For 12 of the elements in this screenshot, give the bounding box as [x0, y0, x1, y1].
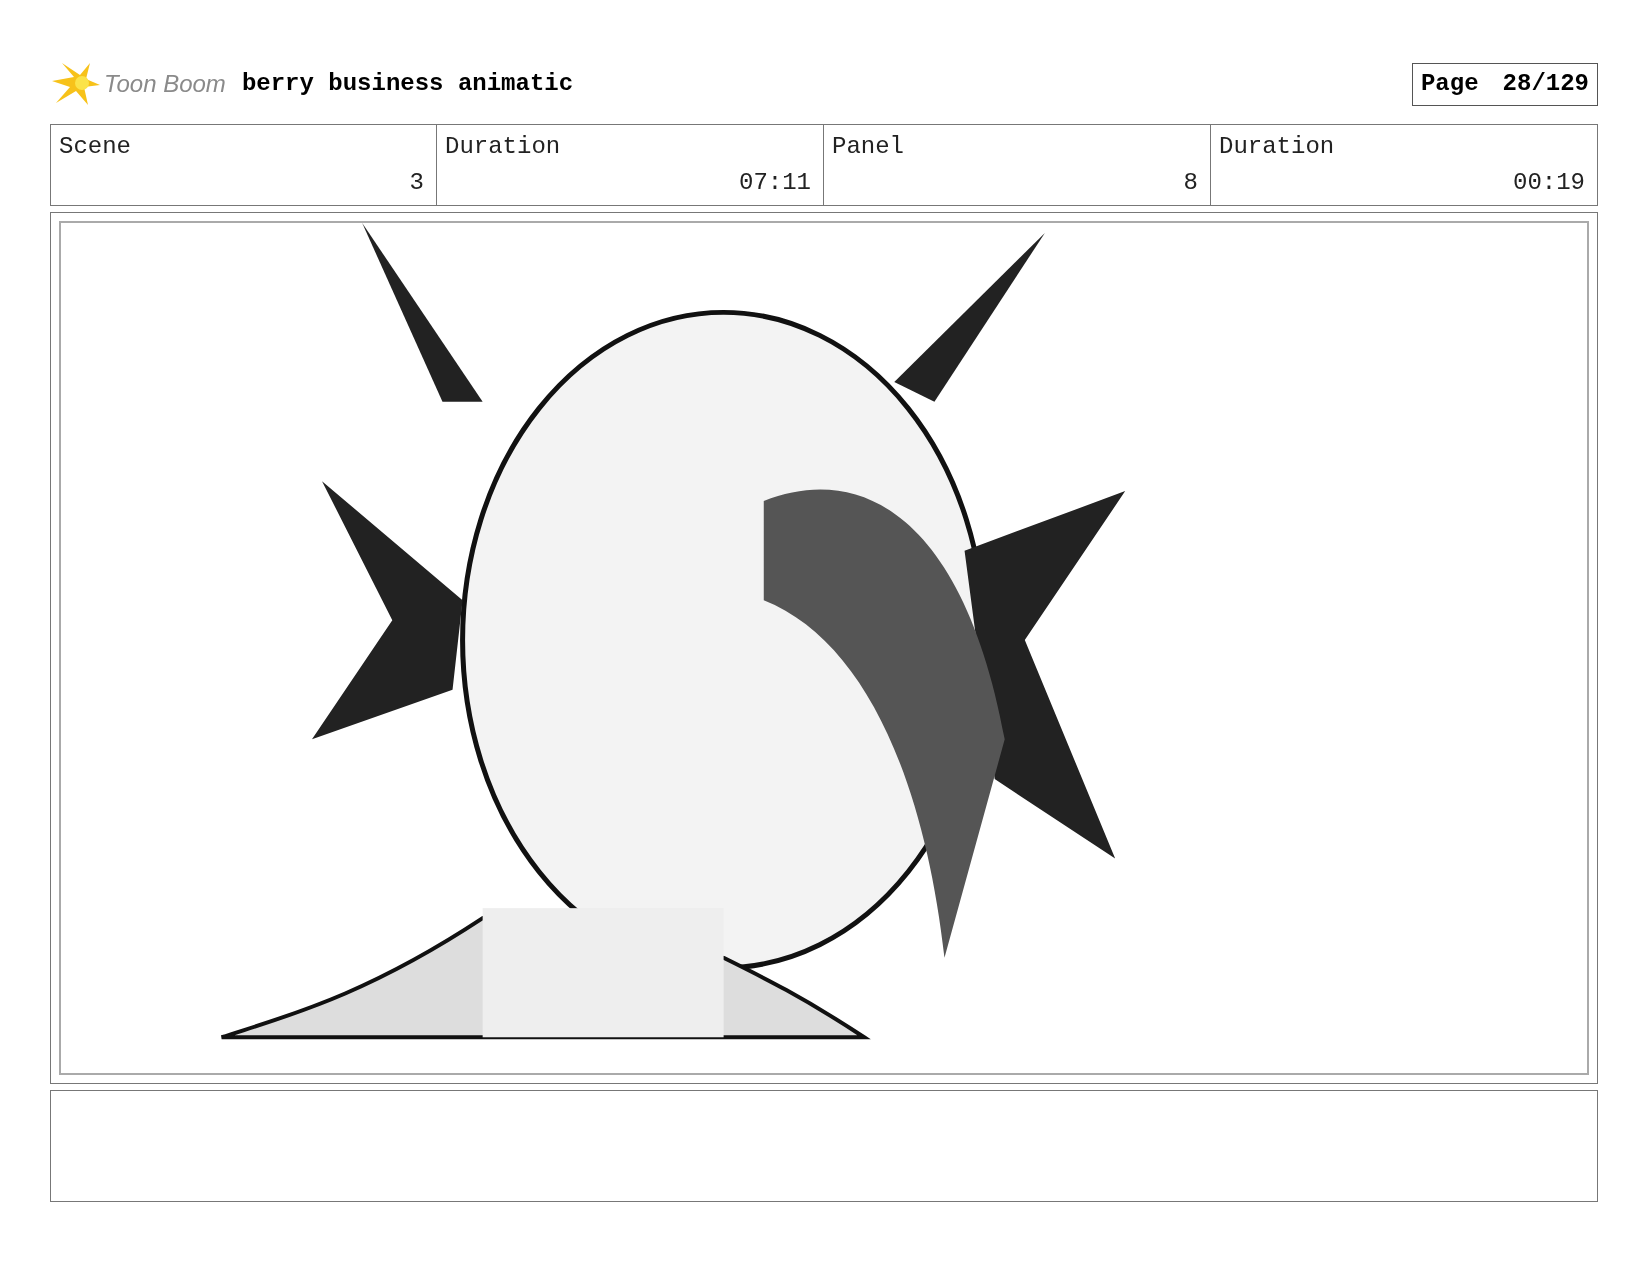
field-label: Scene: [59, 132, 132, 162]
page-label: Page: [1420, 69, 1479, 99]
field-label: Panel: [832, 132, 905, 162]
field-label: Duration: [1219, 132, 1336, 162]
field-value: 07:11: [739, 168, 811, 198]
field-value: 00:19: [1513, 168, 1585, 198]
field-label: Duration: [445, 132, 562, 162]
field-value: 3: [409, 168, 424, 198]
page-number: 28/129: [1502, 69, 1589, 99]
storyboard-title: berry business animatic: [241, 69, 574, 99]
field-value: 8: [1183, 168, 1198, 198]
logo-text: Toon Boom: [104, 69, 226, 99]
